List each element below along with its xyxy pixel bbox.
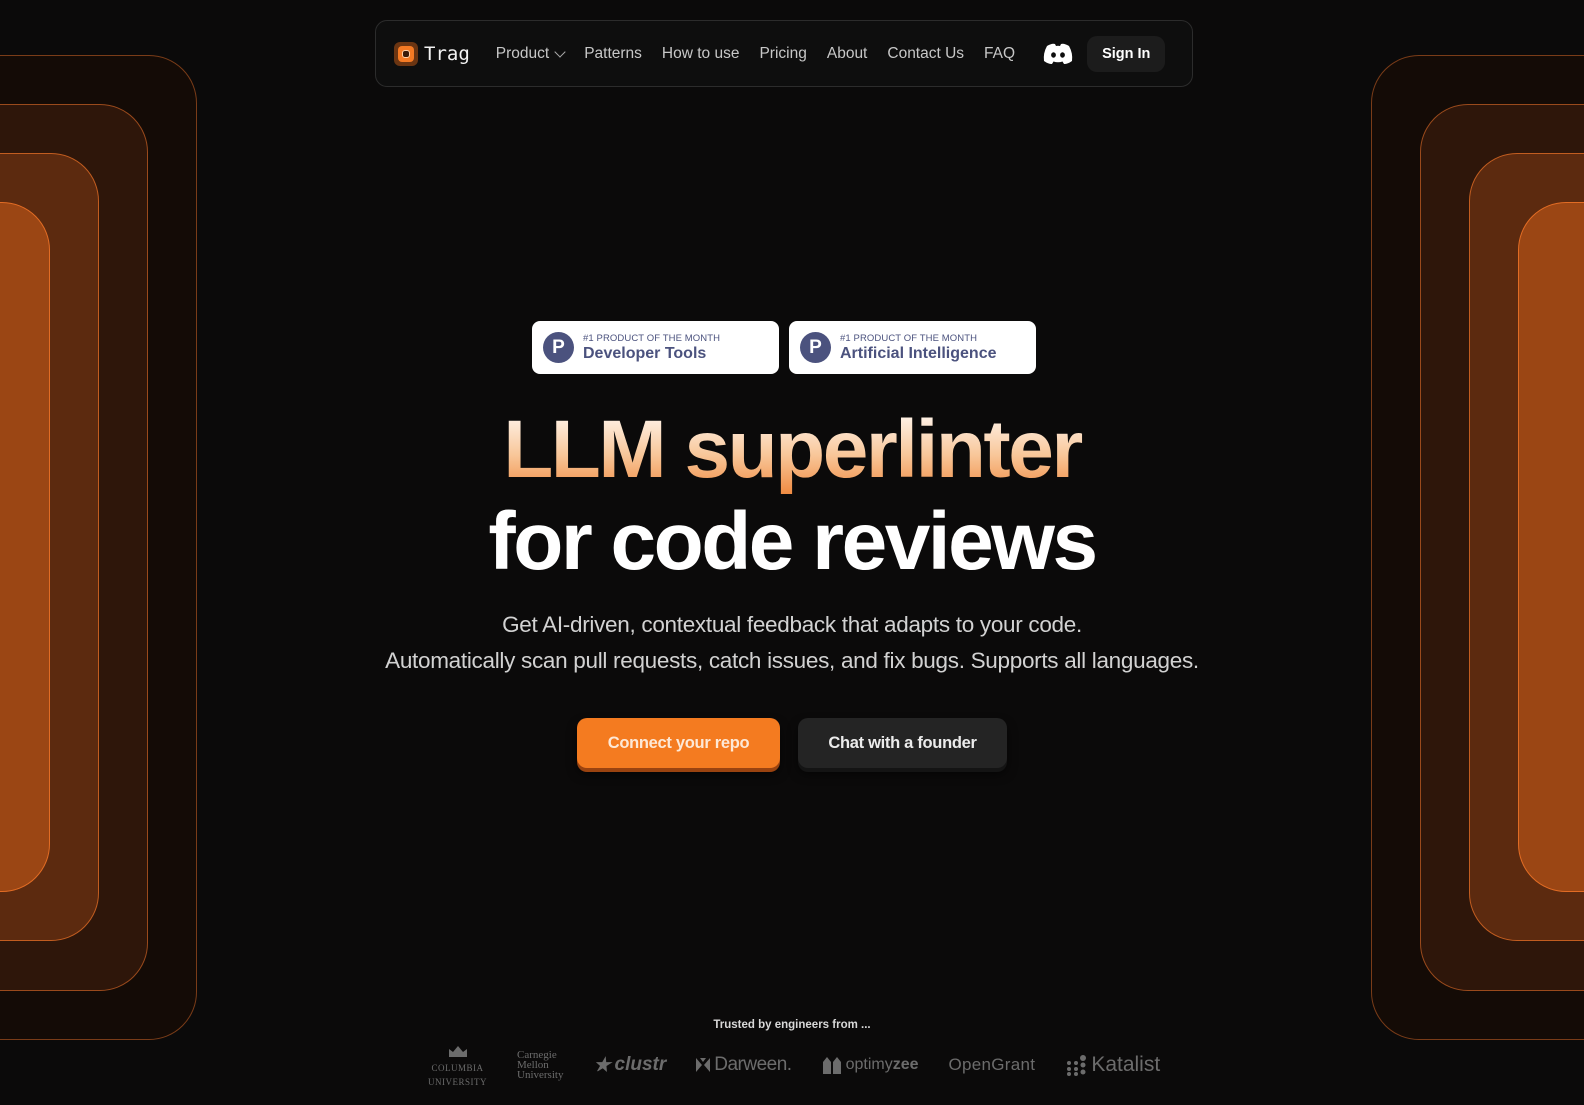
logo-text: University [517,1069,564,1081]
nav-item-faq[interactable]: FAQ [984,45,1015,63]
hero-subtitle-line2: Automatically scan pull requests, catch … [385,648,1199,673]
nav-item-product[interactable]: Product [495,44,566,63]
customer-logos: COLUMBIA UNIVERSITY Carnegie Mellon Univ… [428,1043,1160,1087]
trag-logo-icon [394,41,418,66]
hero-subtitle-line1: Get AI-driven, contextual feedback that … [502,612,1082,637]
darween-mark-icon [696,1058,711,1072]
badge-title: Artificial Intelligence [840,344,997,362]
crown-icon [448,1046,467,1057]
hero-title-line2: for code reviews [488,496,1098,587]
sign-in-button[interactable]: Sign In [1087,35,1166,72]
logo-columbia-university: COLUMBIA UNIVERSITY [428,1043,487,1087]
nav-links: Product Patterns How to use Pricing Abou… [496,45,1015,63]
logo-text: Katalist [1091,1053,1161,1076]
nav-item-contact-us[interactable]: Contact Us [887,45,964,63]
logo-katalist: Katalist [1065,1053,1160,1077]
brand-name: Trag [424,42,470,65]
logo-text: optimyzee [845,1056,919,1073]
badge-eyebrow: #1 PRODUCT OF THE MONTH [840,332,978,344]
trusted-by-label: Trusted by engineers from ... [713,1019,871,1031]
katalist-dots-icon [1067,1055,1087,1076]
nav-item-about[interactable]: About [827,45,868,63]
connect-repo-button[interactable]: Connect your repo [577,718,780,768]
nav-item-pricing[interactable]: Pricing [759,45,806,63]
badge-title: Developer Tools [583,344,707,362]
navbar: Trag Product Patterns How to use Pricing… [375,20,1193,87]
hero-title-line1: LLM superlinter [0,405,1584,495]
product-hunt-icon: P [543,332,574,363]
logo-text: clustr [614,1054,667,1075]
nav-item-patterns[interactable]: Patterns [584,45,642,63]
logo-darween: Darween. [696,1054,792,1076]
nav-item-label: Product [495,44,550,62]
chat-with-founder-button[interactable]: Chat with a founder [798,718,1007,768]
hero-cta-group: Connect your repo Chat with a founder [0,718,1584,768]
product-hunt-icon: P [800,332,831,363]
logo-optimyzee: optimyzee [822,1056,919,1074]
nav-item-how-to-use[interactable]: How to use [662,45,740,63]
optimyzee-mark-icon [822,1057,841,1074]
brand-logo[interactable]: Trag [394,41,470,66]
logo-text: COLUMBIA [431,1063,484,1073]
star-icon: ★ [593,1054,611,1076]
logo-text: UNIVERSITY [428,1077,487,1087]
logo-text: Darween. [714,1054,792,1075]
badge-artificial-intelligence[interactable]: P #1 PRODUCT OF THE MONTH Artificial Int… [789,321,1036,374]
logo-carnegie-mellon: Carnegie Mellon University [517,1050,564,1081]
award-badges: P #1 PRODUCT OF THE MONTH Developer Tool… [532,321,1036,374]
discord-icon[interactable] [1043,43,1073,65]
badge-eyebrow: #1 PRODUCT OF THE MONTH [583,332,721,344]
logo-opengrant: OpenGrant [948,1055,1036,1074]
logo-clustr: ★ clustr [593,1054,666,1077]
chevron-down-icon [554,45,566,58]
badge-developer-tools[interactable]: P #1 PRODUCT OF THE MONTH Developer Tool… [532,321,779,374]
